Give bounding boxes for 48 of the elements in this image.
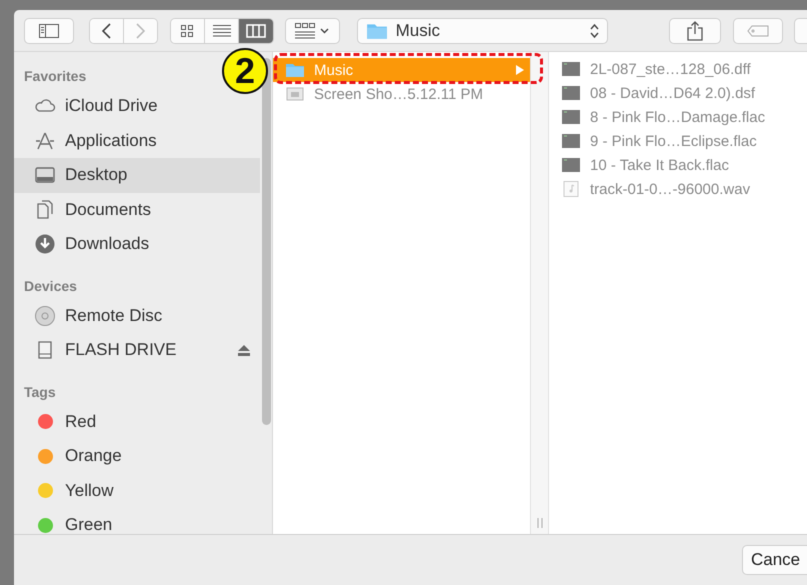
tag-icon [747,24,770,36]
file-icon [561,85,581,101]
sidebar-item[interactable]: Yellow [14,474,260,508]
arrange-button[interactable] [284,18,340,44]
resize-handle-icon[interactable] [536,518,542,528]
download-icon [34,233,56,256]
view-mode-button[interactable] [239,18,273,42]
back-button[interactable] [90,18,124,42]
chevron-left-icon [102,22,111,38]
grid-icon [180,24,194,38]
chevron-right-icon [136,22,145,38]
view-mode-button[interactable] [205,18,240,42]
file-icon [561,61,581,77]
sidebar-item[interactable]: Remote Disc [14,298,260,333]
sidebar-item[interactable]: Green [14,508,260,542]
share-icon [687,20,704,40]
updown-icon [590,22,600,38]
sidebar-toggle-button[interactable] [24,18,74,44]
view-mode-button[interactable] [170,18,206,42]
music-file-icon [561,181,581,197]
share-button[interactable] [669,18,722,44]
sidebar-item[interactable]: Applications [14,124,260,158]
sidebar-section-header: Devices [23,276,77,296]
columns-icon [246,24,266,38]
image-file-icon [285,86,305,102]
sidebar-icon [38,24,59,38]
sidebar-item[interactable]: Orange [14,439,260,474]
sidebar-item[interactable]: Documents [14,192,260,227]
sidebar-item[interactable]: Red [14,404,260,439]
scrollbar[interactable] [262,58,271,425]
disc-icon [34,304,56,327]
sidebar-section-header: Favorites [23,67,86,86]
sidebar-item[interactable]: Desktop [14,158,260,192]
cancel-button[interactable]: Cance [742,545,807,575]
path-popup[interactable]: Music [356,18,608,44]
disclosure-arrow-icon [516,65,524,75]
sidebar-item[interactable]: Downloads [14,227,260,262]
file-icon [561,109,581,125]
file-icon [561,157,581,173]
list-icon [212,24,231,38]
eject-icon[interactable] [238,344,250,356]
sidebar-section-header: Tags [23,382,56,402]
folder-icon [285,62,305,78]
file-icon [561,133,581,149]
caret-icon [320,28,330,34]
arrange-icon [295,22,316,38]
folder-icon [366,22,388,40]
sidebar-item[interactable]: FLASH DRIVE [14,333,260,368]
